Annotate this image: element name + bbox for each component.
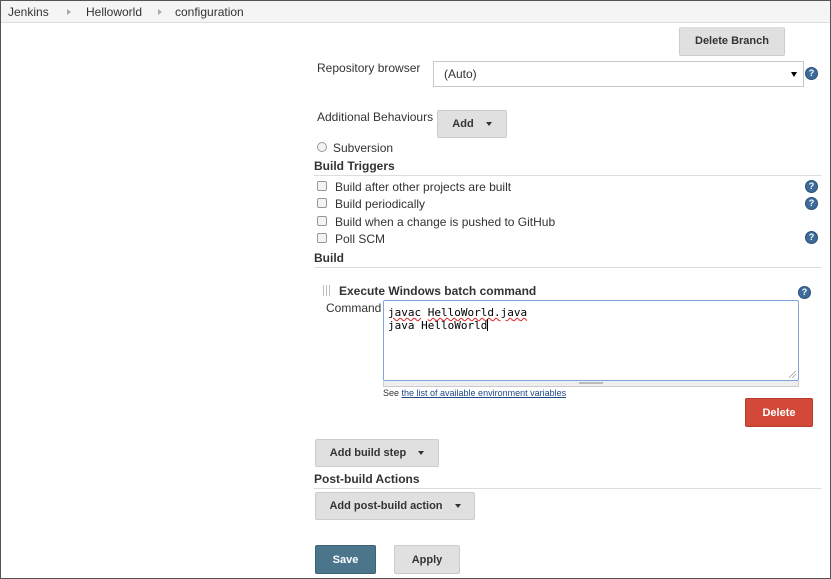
- build-triggers-title: Build Triggers: [314, 159, 395, 173]
- apply-button[interactable]: Apply: [394, 545, 460, 574]
- github-push-checkbox[interactable]: [317, 216, 327, 226]
- caret-down-icon: [485, 122, 492, 126]
- resize-bar-handle: [579, 382, 603, 384]
- build-after-other-checkbox[interactable]: [317, 181, 327, 191]
- resize-grip-icon[interactable]: [789, 371, 796, 378]
- env-vars-note: See the list of available environment va…: [383, 388, 566, 398]
- build-after-other-label: Build after other projects are built: [335, 180, 512, 194]
- help-icon[interactable]: ?: [805, 67, 818, 80]
- env-vars-link[interactable]: the list of available environment variab…: [402, 388, 567, 398]
- add-post-build-label: Add post-build action: [329, 500, 443, 512]
- section-divider: [314, 267, 821, 268]
- textarea-resize-bar[interactable]: [383, 381, 799, 387]
- breadcrumb-configuration[interactable]: configuration: [175, 5, 244, 19]
- subversion-radio[interactable]: [317, 142, 327, 152]
- build-step-title: Execute Windows batch command: [339, 284, 537, 298]
- section-divider: [314, 488, 821, 489]
- add-build-step-label: Add build step: [329, 447, 407, 459]
- breadcrumb-jenkins[interactable]: Jenkins: [8, 5, 49, 19]
- command-line2: java HelloWorld: [388, 319, 488, 332]
- add-behaviour-label: Add: [452, 118, 474, 130]
- poll-scm-checkbox[interactable]: [317, 233, 327, 243]
- build-title: Build: [314, 251, 344, 265]
- help-icon[interactable]: ?: [805, 180, 818, 193]
- command-textarea[interactable]: javac HelloWorld.java java HelloWorld: [383, 300, 799, 381]
- repository-browser-label: Repository browser: [317, 61, 421, 75]
- breadcrumb: Jenkins Helloworld configuration: [1, 1, 830, 23]
- build-periodically-checkbox[interactable]: [317, 198, 327, 208]
- drag-handle-icon[interactable]: [323, 285, 331, 296]
- chevron-right-icon: [158, 9, 162, 15]
- additional-behaviours-label: Additional Behaviours: [317, 110, 434, 124]
- save-button[interactable]: Save: [315, 545, 376, 574]
- command-line1-word2: HelloWorld.java: [427, 306, 528, 319]
- breadcrumb-helloworld[interactable]: Helloworld: [86, 5, 142, 19]
- add-build-step-button[interactable]: Add build step: [315, 439, 439, 467]
- command-line1-word1: javac: [388, 306, 422, 319]
- caret-down-icon: [418, 451, 425, 455]
- repository-browser-select[interactable]: (Auto): [433, 61, 804, 87]
- delete-branch-button[interactable]: Delete Branch: [679, 27, 785, 56]
- section-divider: [314, 175, 821, 176]
- add-post-build-button[interactable]: Add post-build action: [315, 492, 475, 520]
- caret-down-icon: [454, 504, 461, 508]
- text-cursor: [487, 319, 489, 331]
- command-label: Command: [326, 301, 382, 315]
- caret-down-icon: [791, 72, 797, 77]
- delete-step-button[interactable]: Delete: [745, 398, 813, 427]
- github-push-label: Build when a change is pushed to GitHub: [335, 215, 556, 229]
- add-behaviour-button[interactable]: Add: [437, 110, 507, 138]
- subversion-label: Subversion: [333, 141, 394, 155]
- build-periodically-label: Build periodically: [335, 197, 426, 211]
- help-icon[interactable]: ?: [805, 197, 818, 210]
- repository-browser-value: (Auto): [444, 67, 477, 81]
- env-vars-prefix: See: [383, 388, 402, 398]
- help-icon[interactable]: ?: [805, 231, 818, 244]
- chevron-right-icon: [67, 9, 71, 15]
- post-build-title: Post-build Actions: [314, 472, 420, 486]
- help-icon[interactable]: ?: [798, 286, 811, 299]
- poll-scm-label: Poll SCM: [335, 232, 386, 246]
